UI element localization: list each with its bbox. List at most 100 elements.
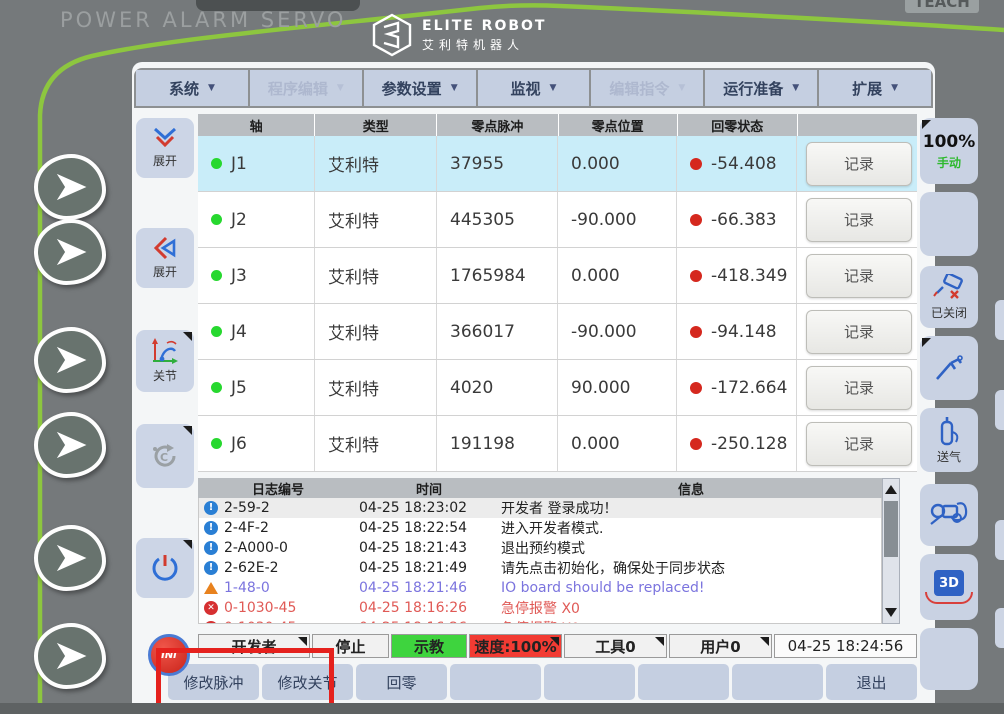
menu-item-extend[interactable]: 扩展 ▼ (819, 70, 932, 106)
hardware-arrow-button[interactable] (34, 412, 106, 478)
status-speed[interactable]: 速度:100% (469, 634, 562, 658)
camera-button[interactable] (920, 484, 978, 546)
log-entry[interactable]: 2-A000-004-25 18:21:43退出预约模式 (199, 538, 881, 558)
power-icon (152, 555, 178, 581)
log-col-time: 时间 (415, 482, 442, 498)
log-entry[interactable]: 0-1030-4504-25 18:16:26急停报警 X0 (199, 598, 881, 618)
arrow-icon (56, 173, 87, 201)
col-header-zero-pulse: 零点脉冲 (437, 114, 558, 136)
arrow-icon (56, 346, 87, 374)
axis-row-j3[interactable]: J3 艾利特 1765984 0.000 -418.349 记录 (198, 248, 917, 304)
hardware-arrow-button[interactable] (34, 154, 106, 220)
blank-softkey[interactable] (450, 664, 541, 700)
status-user[interactable]: 开发者 (198, 634, 310, 658)
edge-partial-button (995, 608, 1004, 648)
exit-button[interactable]: 退出 (826, 664, 917, 700)
status-user-frame[interactable]: 用户0 (669, 634, 772, 658)
hardware-arrow-button[interactable] (34, 623, 106, 689)
blank-softkey[interactable] (732, 664, 823, 700)
axis-row-j2[interactable]: J2 艾利特 445305 -90.000 -66.383 记录 (198, 192, 917, 248)
rotate-arrows-icon (925, 592, 973, 604)
torch-button[interactable] (920, 336, 978, 400)
menu-item-run-prepare[interactable]: 运行准备 ▼ (705, 70, 818, 106)
record-button[interactable]: 记录 (806, 365, 912, 410)
camera-hand-icon (930, 502, 968, 525)
chevron-down-icon: ▼ (450, 83, 458, 93)
menu-item-monitor[interactable]: 监视 ▼ (477, 70, 590, 106)
log-scrollbar[interactable] (882, 478, 900, 624)
scroll-down-icon[interactable] (885, 608, 897, 617)
power-button[interactable] (136, 538, 194, 598)
record-button[interactable]: 记录 (806, 253, 912, 298)
elite-logo-icon (372, 13, 412, 57)
joint-mode-button[interactable]: 关节 (136, 330, 194, 392)
log-entry[interactable]: 2-4F-204-25 18:22:54进入开发者模式. (199, 518, 881, 538)
status-datetime: 04-25 18:24:56 (774, 634, 917, 658)
log-header: 日志编号 时间 信息 (198, 478, 882, 498)
info-icon (204, 561, 218, 575)
arrow-icon (56, 431, 87, 459)
cycle-icon: C (153, 444, 176, 467)
record-button[interactable]: 记录 (806, 197, 912, 242)
menu-item-program-edit[interactable]: 程序编辑 ▼ (249, 70, 362, 106)
warning-icon (204, 582, 218, 594)
edge-partial-button (995, 300, 1004, 340)
axis-ok-dot (211, 382, 222, 393)
blank-softkey[interactable] (638, 664, 729, 700)
double-chevron-left-icon (153, 236, 176, 260)
axis-row-j6[interactable]: J6 艾利特 191198 0.000 -250.128 记录 (198, 416, 917, 472)
axis-ok-dot (211, 158, 222, 169)
log-entry[interactable]: 0-1030-4504-25 18:16:26急停报警 X0 (199, 618, 881, 623)
log-entry[interactable]: 1-48-0 04-25 18:21:46 IO board should be r… (199, 578, 881, 598)
gas-button[interactable]: 送气 (920, 408, 978, 472)
hardware-arrow-button[interactable] (34, 327, 106, 393)
expand-down-button[interactable]: 展开 (136, 118, 194, 178)
torch-closed-button[interactable]: 已关闭 (920, 266, 978, 328)
expand-left-button[interactable]: 展开 (136, 228, 194, 288)
log-list: 2-59-204-25 18:23:02开发者 登录成功！ 2-4F-204-2… (198, 498, 882, 624)
hardware-arrow-button[interactable] (34, 219, 106, 285)
arrow-icon (56, 544, 87, 572)
gas-cylinder-icon (940, 416, 959, 445)
chevron-down-icon: ▼ (549, 83, 557, 93)
arrow-icon (56, 642, 87, 670)
blank-side-button[interactable] (920, 628, 978, 690)
col-header-zero-pos: 零点位置 (558, 114, 677, 136)
modify-joint-button[interactable]: 修改关节 (262, 664, 353, 700)
hardware-arrow-button[interactable] (34, 525, 106, 591)
alarm-dot (690, 269, 702, 282)
speed-mode-button[interactable]: 100% 手动 (920, 118, 978, 184)
axis-row-j1[interactable]: J1 艾利特 37955 0.000 -54.408 记录 (198, 136, 917, 192)
view3d-button[interactable]: 3D (920, 554, 978, 620)
double-chevron-down-icon (153, 127, 177, 148)
arrow-icon (56, 238, 87, 266)
axis-row-j5[interactable]: J5 艾利特 4020 90.000 -172.664 记录 (198, 360, 917, 416)
col-header-blank (797, 114, 918, 136)
menu-item-edit-command[interactable]: 编辑指令 ▼ (591, 70, 704, 106)
status-tool[interactable]: 工具0 (564, 634, 667, 658)
chevron-down-icon: ▼ (207, 83, 215, 93)
record-button[interactable]: 记录 (806, 421, 912, 466)
scroll-up-icon[interactable] (885, 485, 897, 494)
svg-text:C: C (160, 451, 168, 464)
brand-logo: ELITE ROBOT 艾利特机器人 (372, 13, 546, 57)
record-button[interactable]: 记录 (806, 309, 912, 354)
ini-button[interactable]: INI (148, 634, 190, 676)
scrollbar-thumb[interactable] (884, 501, 898, 557)
status-teach-mode: 示教 (391, 634, 467, 658)
menu-item-system[interactable]: 系统 ▼ (136, 70, 248, 106)
alarm-dot (690, 381, 702, 394)
blank-softkey[interactable] (544, 664, 635, 700)
log-entry[interactable]: 2-62E-204-25 18:21:49请先点击初始化，确保处于同步状态 (199, 558, 881, 578)
brand-name: ELITE ROBOT (422, 17, 547, 34)
home-button[interactable]: 回零 (356, 664, 447, 700)
log-entry[interactable]: 2-59-204-25 18:23:02开发者 登录成功！ (199, 498, 881, 518)
record-button[interactable]: 记录 (806, 141, 912, 186)
cycle-mode-button[interactable]: C (136, 424, 194, 488)
main-panel: 系统 ▼ 程序编辑 ▼ 参数设置 ▼ 监视 ▼ 编辑指令 ▼ 运行准备 ▼ 扩展 ▼ 展开 展… (132, 62, 935, 714)
indicator-labels: POWER ALARM SERVO (60, 8, 347, 32)
menu-item-param-settings[interactable]: 参数设置 ▼ (363, 70, 476, 106)
axis-row-j4[interactable]: J4 艾利特 366017 -90.000 -94.148 记录 (198, 304, 917, 360)
brand-name-cn: 艾利特机器人 (422, 37, 525, 52)
blank-side-button[interactable] (920, 192, 978, 256)
